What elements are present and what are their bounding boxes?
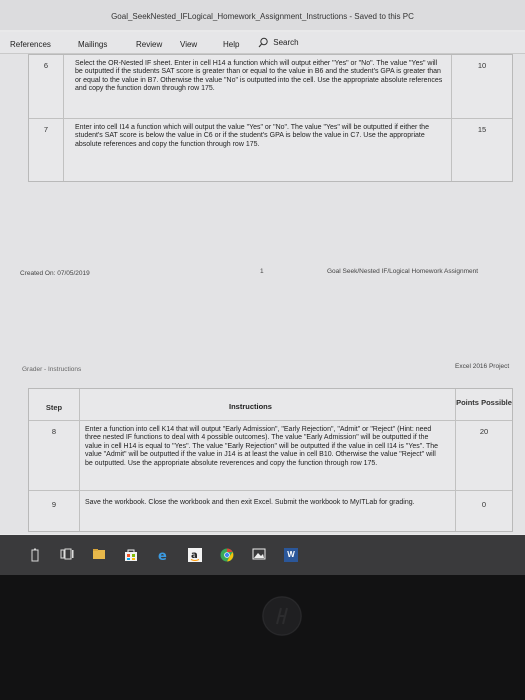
tab-view[interactable]: View [180,40,197,49]
table-row: 9 Save the workbook. Close the workbook … [29,491,512,531]
page-header-left: Grader - Instructions [22,366,82,373]
points-value: 10 [477,61,487,70]
search-icon [258,37,268,48]
instruction-text: Enter into cell I14 a function which wil… [75,124,429,148]
created-date: Created On: 07/05/2019 [20,270,90,277]
task-view-icon[interactable] [60,548,74,562]
search-label: Search [273,37,299,47]
table-row: 7 Enter into cell I14 a function which w… [29,119,512,182]
screen: Goal_SeekNested_IFLogical_Homework_Assig… [0,0,525,575]
ribbon-tabs: References Mailings Review View Help Sea… [0,32,525,54]
column-header-points: Points Possible [456,398,512,407]
column-header-step: Step [45,403,63,412]
step-number: 7 [43,125,49,134]
points-value: 20 [479,427,489,436]
table-row: 8 Enter a function into cell K14 that wi… [29,421,512,491]
hp-logo-icon [262,596,302,636]
step-number: 6 [43,61,49,70]
table-row: 6 Select the OR-Nested IF sheet. Enter i… [29,55,512,119]
window-title: Goal_SeekNested_IFLogical_Homework_Assig… [111,12,414,21]
store-icon[interactable] [124,548,138,562]
tab-mailings[interactable]: Mailings [78,40,107,49]
instruction-text: Select the OR-Nested IF sheet. Enter in … [75,60,443,93]
page-number: 1 [260,268,264,275]
points-value: 0 [481,500,487,509]
svg-text:a: a [191,550,198,561]
step-number: 8 [51,427,57,436]
instruction-text: Save the workbook. Close the workbook an… [85,499,415,506]
assignment-name: Goal Seek/Nested IF/Logical Homework Ass… [327,268,479,275]
laptop-bezel [0,575,525,700]
edge-icon[interactable]: e [156,548,170,564]
table-header-row: Step Instructions Points Possible [29,389,512,421]
document-area: 6 Select the OR-Nested IF sheet. Enter i… [0,54,525,534]
photos-icon[interactable] [252,548,266,562]
battery-icon[interactable] [28,548,42,562]
column-header-instructions: Instructions [229,402,272,411]
taskbar: e a W [0,535,525,575]
file-explorer-icon[interactable] [92,548,106,562]
word-icon[interactable]: W [284,548,298,562]
instruction-text: Enter a function into cell K14 that will… [85,426,439,467]
tab-help[interactable]: Help [223,40,239,49]
instructions-table-page2: Step Instructions Points Possible 8 Ente… [28,388,513,532]
instructions-table-page1: 6 Select the OR-Nested IF sheet. Enter i… [28,54,513,182]
page-header-right: Excel 2016 Project [455,363,510,370]
svg-text:e: e [158,549,167,562]
title-bar: Goal_SeekNested_IFLogical_Homework_Assig… [0,0,525,30]
search-box[interactable]: Search [258,37,299,48]
word-icon-label: W [287,550,295,559]
amazon-icon[interactable]: a [188,548,202,562]
points-value: 15 [477,125,487,134]
tab-references[interactable]: References [10,40,51,49]
chrome-icon[interactable] [220,548,234,562]
step-number: 9 [51,500,57,509]
tab-review[interactable]: Review [136,40,162,49]
